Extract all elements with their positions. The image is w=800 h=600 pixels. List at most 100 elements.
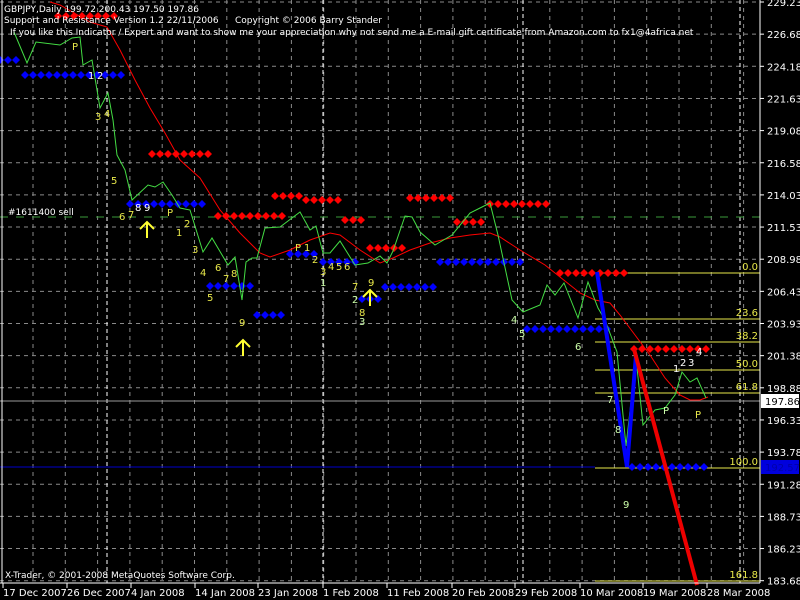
resistance-marker [196, 150, 204, 158]
grid [0, 0, 760, 583]
resistance-marker [188, 150, 196, 158]
resistance-marker [156, 150, 164, 158]
wave-label: 7 [128, 210, 134, 221]
wave-label: 9 [144, 203, 150, 214]
support-marker [676, 463, 684, 471]
time-axis[interactable]: 17 Dec 2007 26 Dec 2007 4 Jan 2008 14 Jan 2… [2, 583, 770, 599]
support-marker [413, 283, 421, 291]
price-axis[interactable]: 229.23 226.68 224.18 221.63 219.08 216.58 214.… [760, 0, 800, 588]
time-axis-label: 26 Dec 2007 [67, 588, 131, 599]
wave-label: 1 [176, 228, 182, 239]
support-marker [405, 283, 413, 291]
time-axis-label: 14 Jan 2008 [195, 588, 255, 599]
support-marker [214, 282, 222, 290]
wave-label: 4 [104, 109, 110, 120]
wave-label: 3 [688, 358, 694, 369]
resistance-marker [662, 345, 670, 353]
support-marker [61, 71, 69, 79]
wave-label: 2 [312, 255, 318, 266]
support-marker [198, 200, 206, 208]
wave-label: 7 [607, 395, 613, 406]
support-marker [692, 463, 700, 471]
resistance-marker [556, 269, 564, 277]
resistance-marker [374, 244, 382, 252]
support-marker [206, 282, 214, 290]
wave-label: 3 [192, 245, 198, 256]
resistance-marker [172, 150, 180, 158]
price-axis-label: 216.58 [767, 159, 800, 170]
resistance-marker [270, 212, 278, 220]
indicator-message: If you like this Indicator / Expert and … [10, 28, 694, 38]
wave-label: 1 [673, 364, 679, 375]
fibo-level-label: 38.2 [736, 331, 758, 342]
resistance-marker [654, 345, 662, 353]
resistance-marker [422, 194, 430, 202]
indicator-info: Support and Resistance Version 1.2 22/11… [4, 16, 219, 26]
resistance-marker [638, 345, 646, 353]
resistance-marker [254, 212, 262, 220]
support-marker [158, 200, 166, 208]
resistance-marker [702, 345, 710, 353]
support-marker [69, 71, 77, 79]
current-price-value: 197.86 [765, 397, 800, 408]
price-axis-label: 224.18 [767, 62, 800, 73]
support-marker [277, 311, 285, 319]
price-axis-label: 229.23 [767, 0, 800, 9]
support-marker [21, 71, 29, 79]
up-arrow-icon [139, 220, 155, 238]
resistance-marker [164, 150, 172, 158]
support-marker [652, 463, 660, 471]
resistance-marker [302, 196, 310, 204]
time-axis-label: 29 Feb 2008 [515, 588, 577, 599]
support-marker [166, 200, 174, 208]
support-marker [668, 463, 676, 471]
support-marker [700, 463, 708, 471]
resistance-marker [620, 269, 628, 277]
wave-label: P [167, 208, 173, 219]
resistance-marker [262, 212, 270, 220]
price-axis-label: 183.68 [767, 577, 800, 588]
resistance-marker [686, 345, 694, 353]
wave-label: 6 [119, 212, 125, 223]
resistance-marker [502, 200, 510, 208]
wave-label: 2 [352, 295, 358, 306]
wave-label: 9 [239, 318, 245, 329]
support-marker [182, 200, 190, 208]
support-marker [421, 283, 429, 291]
resistance-marker [238, 212, 246, 220]
resistance-marker [430, 194, 438, 202]
support-marker [684, 463, 692, 471]
support-marker [547, 325, 555, 333]
wave-label: 7 [352, 282, 358, 293]
resistance-marker [469, 218, 477, 226]
resistance-marker [287, 192, 295, 200]
wave-label: P [295, 243, 301, 254]
price-axis-label: 214.03 [767, 191, 800, 202]
price-axis-label: 206.43 [767, 287, 800, 298]
support-marker [579, 325, 587, 333]
support-marker [595, 325, 603, 333]
support-marker [190, 200, 198, 208]
wave-label: 6 [344, 262, 350, 273]
resistance-marker [572, 269, 580, 277]
resistance-marker [279, 192, 287, 200]
time-axis-label: 20 Feb 2008 [452, 588, 514, 599]
resistance-marker [214, 212, 222, 220]
price-chart[interactable]: 0.023.638.250.061.8100.0161.8 1 2P3 456 78 9… [0, 0, 800, 600]
support-marker [246, 282, 254, 290]
resistance-marker [670, 345, 678, 353]
resistance-marker [180, 150, 188, 158]
support-marker [230, 282, 238, 290]
support-marker [29, 71, 37, 79]
support-marker [555, 325, 563, 333]
time-axis-label: 11 Feb 2008 [387, 588, 449, 599]
resistance-marker [366, 244, 374, 252]
resistance-marker [510, 200, 518, 208]
fibo-level-label: 0.0 [742, 262, 758, 273]
price-axis-label: 226.68 [767, 30, 800, 41]
resistance-marker [580, 269, 588, 277]
wave-label: 9 [368, 278, 374, 289]
wave-label: P [663, 406, 669, 417]
time-axis-label: 1 Feb 2008 [323, 588, 379, 599]
support-marker [539, 325, 547, 333]
